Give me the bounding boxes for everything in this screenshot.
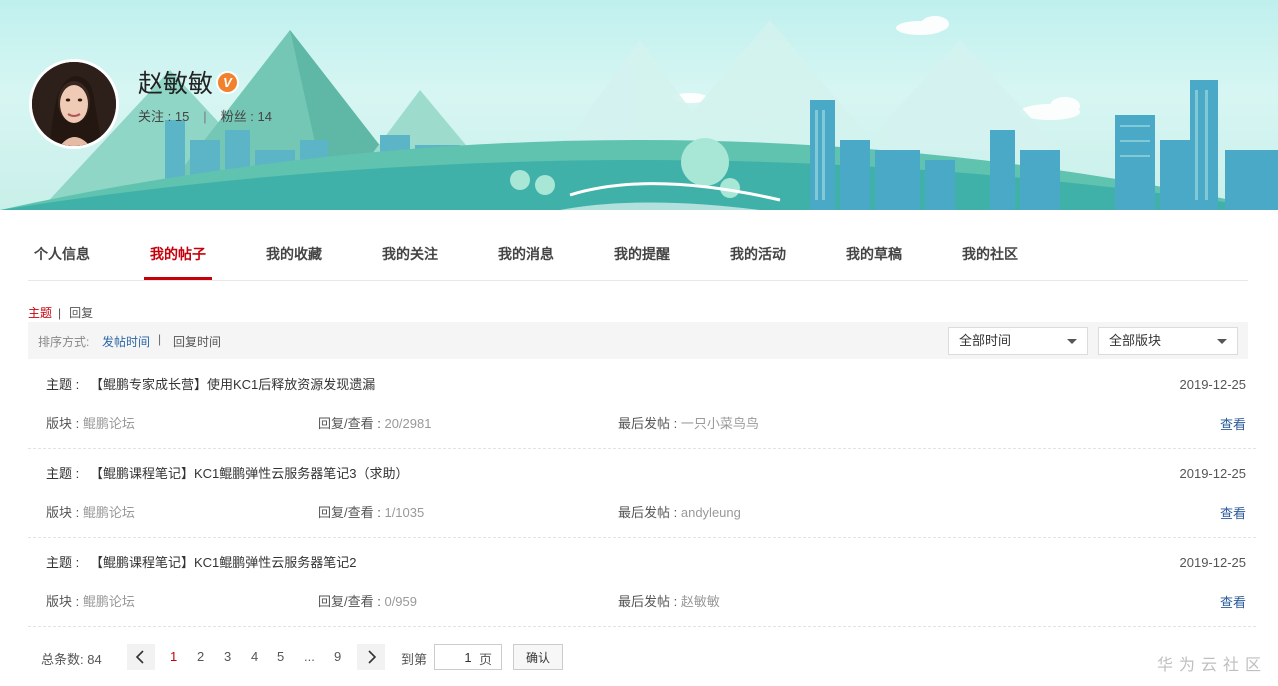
sort-by-post-time[interactable]: 发帖时间 — [102, 333, 150, 350]
post-board: 版块 : 鲲鹏论坛 — [46, 413, 135, 432]
landscape-illustration — [0, 16, 1278, 210]
post-reply-view: 回复/查看 : 20/2981 — [318, 413, 431, 432]
reply-view-value: 1/1035 — [384, 505, 425, 520]
page-2[interactable]: 2 — [197, 649, 204, 664]
sort-bar: 排序方式: 发帖时间 | 回复时间 全部时间 全部版块 — [28, 322, 1248, 359]
post-row: 主题 : 【鲲鹏课程笔记】KC1鲲鹏弹性云服务器笔记3（求助） 2019-12-… — [28, 449, 1256, 538]
total-label: 总条数: — [41, 652, 84, 667]
post-reply-view: 回复/查看 : 0/959 — [318, 591, 417, 610]
prev-page-button[interactable] — [127, 644, 155, 670]
reply-view-value: 20/2981 — [384, 416, 432, 431]
profile-tabs: 个人信息 我的帖子 我的收藏 我的关注 我的消息 我的提醒 我的活动 我的草稿 … — [28, 231, 1248, 281]
board-value[interactable]: 鲲鹏论坛 — [83, 594, 135, 609]
tab-my-community[interactable]: 我的社区 — [962, 244, 1018, 264]
board-filter-select[interactable]: 全部版块 — [1098, 327, 1238, 355]
last-post-label: 最后发帖 : — [618, 416, 678, 431]
board-filter-value: 全部版块 — [1109, 333, 1162, 348]
profile-banner: 赵敏敏 V 关注 : 15 | 粉丝 : 14 — [0, 0, 1278, 210]
reply-view-label: 回复/查看 : — [318, 416, 381, 431]
post-board: 版块 : 鲲鹏论坛 — [46, 502, 135, 521]
total-count: 总条数: 84 — [41, 649, 102, 668]
page-ellipsis: ... — [304, 649, 315, 664]
chevron-down-icon — [1217, 339, 1227, 344]
board-label: 版块 : — [46, 505, 80, 520]
post-reply-view: 回复/查看 : 1/1035 — [318, 502, 424, 521]
tab-my-posts[interactable]: 我的帖子 — [150, 244, 206, 264]
tab-my-favorites[interactable]: 我的收藏 — [266, 244, 322, 264]
post-date: 2019-12-25 — [1179, 555, 1247, 570]
time-filter-select[interactable]: 全部时间 — [948, 327, 1088, 355]
post-type-switch: 主题 | 回复 — [28, 304, 93, 321]
post-title-link[interactable]: 【鲲鹏专家成长营】使用KC1后释放资源发现遗漏 — [90, 374, 375, 393]
followers-count[interactable]: 粉丝 : 14 — [221, 109, 272, 124]
board-label: 版块 : — [46, 594, 80, 609]
sort-label: 排序方式: — [38, 335, 90, 349]
board-value[interactable]: 鲲鹏论坛 — [83, 505, 135, 520]
tab-my-reminders[interactable]: 我的提醒 — [614, 244, 670, 264]
last-poster-value[interactable]: 一只小菜鸟鸟 — [681, 416, 759, 431]
post-row: 主题 : 【鲲鹏课程笔记】KC1鲲鹏弹性云服务器笔记2 2019-12-25 版… — [28, 538, 1256, 627]
post-date: 2019-12-25 — [1179, 377, 1247, 392]
profile-stats: 关注 : 15 | 粉丝 : 14 — [138, 106, 272, 125]
page-9[interactable]: 9 — [334, 649, 341, 664]
view-link[interactable]: 查看 — [1220, 414, 1246, 433]
chevron-left-icon — [135, 650, 144, 664]
board-value[interactable]: 鲲鹏论坛 — [83, 416, 135, 431]
sort-separator: | — [158, 332, 162, 346]
time-filter-value: 全部时间 — [959, 333, 1012, 348]
total-value: 84 — [87, 652, 102, 667]
post-last-poster: 最后发帖 : andyleung — [618, 502, 741, 521]
user-name: 赵敏敏 — [138, 70, 214, 98]
topics-filter[interactable]: 主题 — [28, 306, 52, 320]
active-tab-indicator — [144, 277, 212, 280]
sort-by-reply-time[interactable]: 回复时间 — [173, 333, 221, 350]
view-link[interactable]: 查看 — [1220, 503, 1246, 522]
post-last-poster: 最后发帖 : 赵敏敏 — [618, 591, 720, 610]
page-4[interactable]: 4 — [251, 649, 258, 664]
post-board: 版块 : 鲲鹏论坛 — [46, 591, 135, 610]
post-row: 主题 : 【鲲鹏专家成长营】使用KC1后释放资源发现遗漏 2019-12-25 … — [28, 360, 1256, 449]
last-poster-value[interactable]: 赵敏敏 — [681, 594, 720, 609]
switch-separator: | — [58, 306, 62, 320]
last-post-label: 最后发帖 : — [618, 505, 678, 520]
reply-view-label: 回复/查看 : — [318, 505, 381, 520]
chevron-down-icon — [1067, 339, 1077, 344]
confirm-button[interactable]: 确认 — [513, 644, 563, 670]
tab-my-activities[interactable]: 我的活动 — [730, 244, 786, 264]
following-count[interactable]: 关注 : 15 — [138, 109, 189, 124]
post-last-poster: 最后发帖 : 一只小菜鸟鸟 — [618, 413, 759, 432]
page-5[interactable]: 5 — [277, 649, 284, 664]
view-link[interactable]: 查看 — [1220, 592, 1246, 611]
post-title-link[interactable]: 【鲲鹏课程笔记】KC1鲲鹏弹性云服务器笔记3（求助） — [90, 463, 409, 482]
topic-label: 主题 : — [46, 555, 80, 570]
last-poster-value[interactable]: andyleung — [681, 505, 741, 520]
topic-label: 主题 : — [46, 377, 80, 392]
avatar[interactable] — [29, 59, 119, 149]
watermark: 华为云社区 — [1157, 657, 1268, 674]
reply-view-value: 0/959 — [384, 594, 418, 609]
post-date: 2019-12-25 — [1179, 466, 1247, 481]
tab-my-following[interactable]: 我的关注 — [382, 244, 438, 264]
last-post-label: 最后发帖 : — [618, 594, 678, 609]
tab-my-drafts[interactable]: 我的草稿 — [846, 244, 902, 264]
reply-view-label: 回复/查看 : — [318, 594, 381, 609]
stats-separator: | — [203, 109, 207, 124]
post-title-link[interactable]: 【鲲鹏课程笔记】KC1鲲鹏弹性云服务器笔记2 — [90, 552, 357, 571]
tab-my-messages[interactable]: 我的消息 — [498, 244, 554, 264]
tab-personal-info[interactable]: 个人信息 — [34, 244, 90, 264]
board-label: 版块 : — [46, 416, 80, 431]
page-unit-label: 页 — [479, 652, 493, 667]
verified-badge-icon: V — [216, 71, 239, 94]
page-3[interactable]: 3 — [224, 649, 231, 664]
page-1[interactable]: 1 — [170, 649, 177, 664]
replies-filter[interactable]: 回复 — [69, 306, 93, 320]
next-page-button[interactable] — [357, 644, 385, 670]
topic-label: 主题 : — [46, 466, 80, 481]
chevron-right-icon — [368, 650, 377, 664]
goto-label: 到第 — [401, 652, 428, 667]
